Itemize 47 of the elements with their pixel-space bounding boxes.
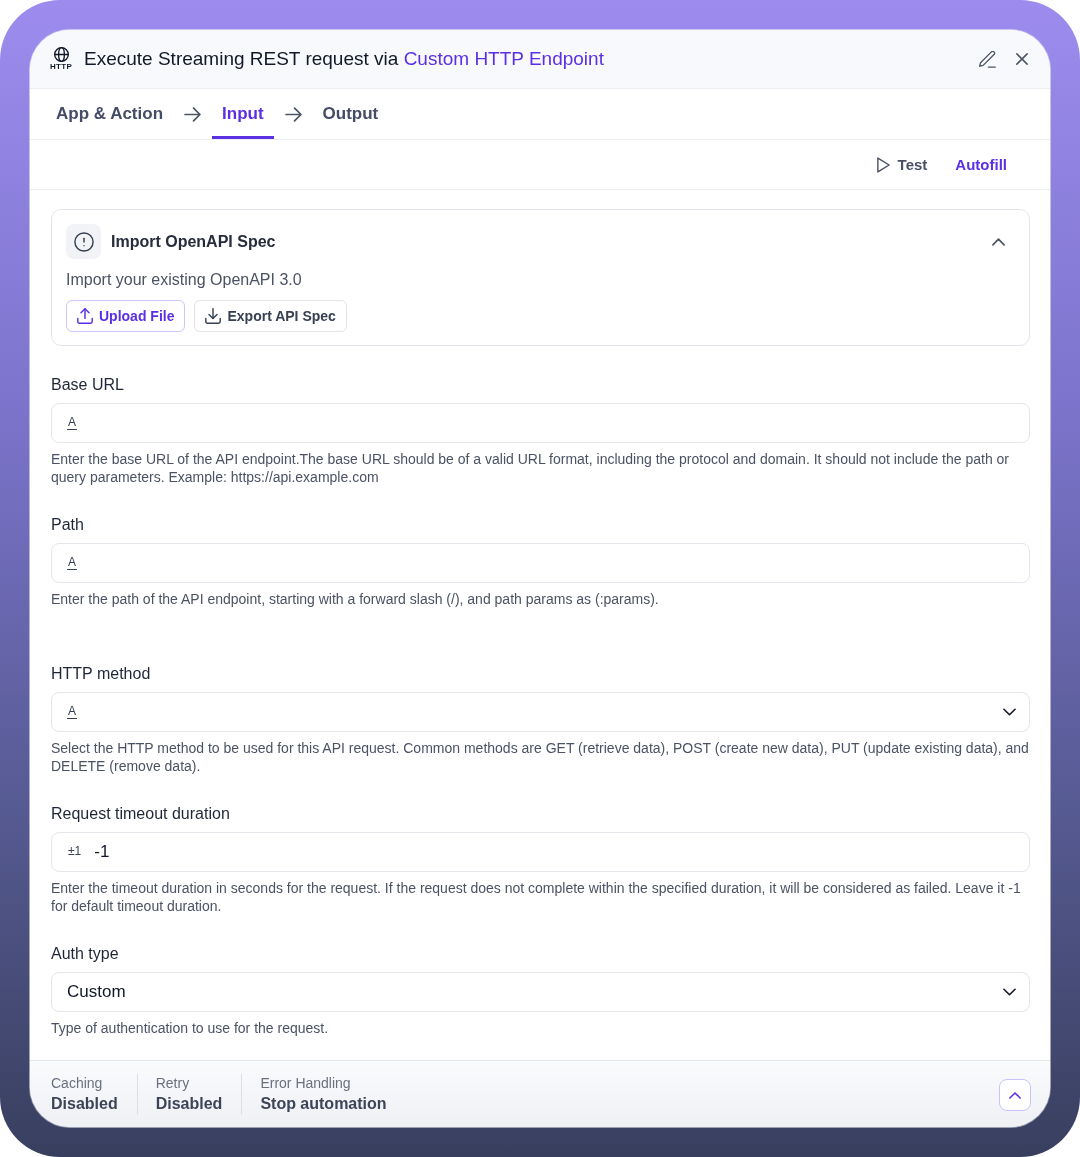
select-field[interactable]: Custom [51, 972, 1030, 1012]
setting-label: Caching [51, 1073, 104, 1092]
test-button[interactable]: Test [869, 150, 935, 179]
field-label: HTTP method [51, 664, 152, 684]
export-button[interactable]: Export API Spec [194, 300, 347, 332]
field-label: Base URL [51, 375, 125, 395]
select-field[interactable]: A [51, 692, 1030, 732]
help-text: Enter the path of the API endpoint, starting with a forward slash (/), and path params as (:params). [51, 590, 660, 608]
chevron-down-icon [1003, 708, 1016, 716]
footer-toggle-button[interactable] [999, 1079, 1031, 1111]
setting-value: Stop automation [260, 1093, 387, 1114]
card-title: Import OpenAPI Spec [111, 232, 276, 251]
input-field[interactable]: A [51, 543, 1030, 583]
input-field[interactable]: A [51, 403, 1030, 443]
help-text: Enter the timeout duration in seconds for the request. If the request does not complete within the specified duration, it will be considered as failed. Leave it -1 for default timeout duration. [51, 879, 1022, 915]
card-description: Import your existing OpenAPI 3.0 [66, 270, 303, 290]
upload-icon [77, 308, 93, 324]
step-tab[interactable]: Input [212, 89, 274, 139]
step-tab[interactable]: Output [312, 89, 389, 139]
endpoint-link[interactable]: Custom HTTP Endpoint [403, 48, 604, 69]
setting-value: Disabled [51, 1093, 118, 1114]
field-label: Path [51, 515, 85, 535]
arrow-right-icon [284, 106, 302, 122]
edit-button[interactable] [979, 50, 996, 68]
chevron-down-icon [1003, 988, 1016, 996]
help-text: Type of authentication to use for the request. [51, 1019, 330, 1037]
setting-label: Error Handling [260, 1073, 352, 1092]
alert-icon [66, 224, 101, 259]
field-label: Request timeout duration [51, 804, 231, 824]
dialog-title: Execute Streaming REST request via Custom HTTP Endpoint [84, 48, 604, 70]
upload-button[interactable]: Upload File [66, 300, 186, 332]
step-tab[interactable]: App & Action [46, 89, 174, 139]
download-icon [205, 308, 222, 324]
pencil-icon [979, 50, 996, 68]
play-icon [876, 156, 890, 173]
close-icon [1016, 53, 1028, 65]
autofill-button[interactable]: Autofill [948, 150, 1014, 179]
help-text: Enter the base URL of the API endpoint.The base URL should be of a valid URL format, including the protocol and domain. It should not include the path or query parameters. Example: https://api.example.com [51, 450, 1011, 486]
close-button[interactable] [1016, 53, 1028, 65]
input-field[interactable]: ±1 -1 [51, 832, 1030, 872]
type-icon: ±1 [67, 845, 83, 859]
setting-value: Disabled [155, 1093, 223, 1114]
help-text: Select the HTTP method to be used for this API request. Common methods are GET (retrieve data), POST (create new data), PUT (update existing data), and DELETE (remove data). [51, 739, 1030, 775]
arrow-right-icon [184, 106, 202, 122]
chevron-up-icon [1009, 1091, 1021, 1099]
setting-label: Retry [155, 1073, 191, 1092]
field-label: Auth type [51, 944, 120, 964]
